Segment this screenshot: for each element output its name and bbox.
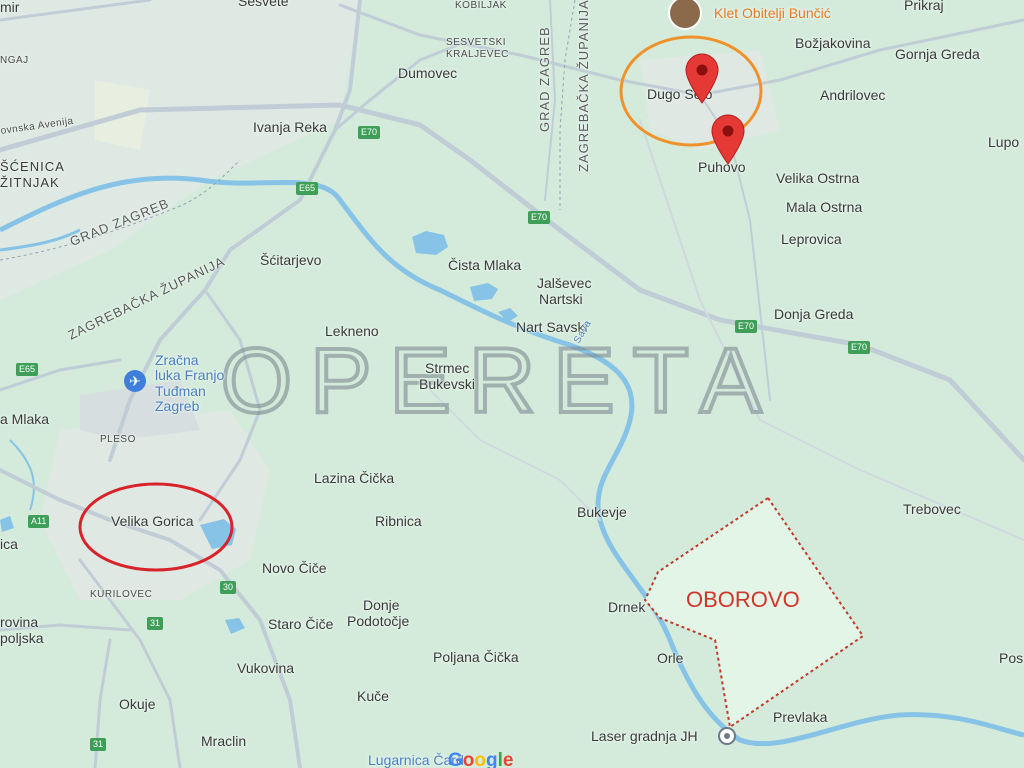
place-label: Prevlaka <box>773 709 828 725</box>
poi-label-klet[interactable]: Klet Obitelji Bunčić <box>714 5 831 21</box>
place-label: Leprovica <box>781 231 842 247</box>
place-label: PLESO <box>100 434 136 445</box>
place-icon[interactable] <box>718 727 736 745</box>
place-label: NGAJ <box>0 55 29 66</box>
place-label: Šćitarjevo <box>260 252 322 268</box>
place-label: Okuje <box>119 696 156 712</box>
place-label: KURILOVEC <box>90 589 153 600</box>
place-label: Vukovina <box>237 660 295 676</box>
place-label: Strmec <box>425 360 470 376</box>
place-label: poljska <box>0 630 44 646</box>
place-label: Velika Ostrna <box>776 170 860 186</box>
highway-shield-e70: E70 <box>528 211 551 224</box>
place-label: Donja Greda <box>774 306 854 322</box>
place-label: KOBILJAK <box>455 0 507 11</box>
place-label: Nartski <box>539 291 583 307</box>
place-label: SESVETSKI <box>446 37 507 48</box>
place-label: Poljana Čička <box>433 649 519 665</box>
place-label: Bukevje <box>577 504 627 520</box>
place-label: Orle <box>657 650 684 666</box>
place-label: Donje <box>363 597 400 613</box>
highway-shield-e65: E65 <box>296 182 319 195</box>
map-pin-icon[interactable] <box>709 114 747 166</box>
place-label: Prikraj <box>904 0 944 13</box>
place-label: a Mlaka <box>0 411 50 427</box>
road-shield-30: 30 <box>220 581 237 594</box>
map-pin-icon[interactable] <box>683 53 721 105</box>
google-logo-letter: G <box>448 750 463 768</box>
place-label: Dumovec <box>398 65 458 81</box>
place-label: Lupo <box>988 134 1020 150</box>
google-logo: Google <box>448 750 513 768</box>
place-label: Drnek <box>608 599 646 615</box>
place-label: mir <box>0 0 20 15</box>
place-label: Podotočje <box>347 613 410 629</box>
place-label: Gornja Greda <box>895 46 980 62</box>
airport-label: luka Franjo <box>155 367 225 383</box>
place-label: Kuče <box>357 688 389 704</box>
google-logo-text: Google <box>448 750 513 768</box>
place-label: Božjakovina <box>795 35 871 51</box>
place-label: KRALJEVEC <box>446 49 509 60</box>
region-label-zagrebacka-vertical: ZAGREBAČKA ŽUPANIJA <box>576 0 591 172</box>
road-shield-31: 31 <box>147 617 164 630</box>
region-label-grad-zagreb-vertical: GRAD ZAGREB <box>537 26 552 132</box>
place-label: Mraclin <box>201 733 247 749</box>
watermark-text: OPERETA <box>221 330 780 432</box>
place-label: rovina <box>0 614 39 630</box>
place-label: ŽITNJAK <box>0 175 60 190</box>
highway-shield-e70: E70 <box>848 341 871 354</box>
highway-shield-a11: A11 <box>28 515 50 528</box>
place-label: Ribnica <box>375 513 422 529</box>
highway-shield-e65: E65 <box>16 363 39 376</box>
place-label: Ivanja Reka <box>253 119 327 135</box>
airport-label: Zagreb <box>155 398 200 414</box>
place-label: Lekneno <box>325 323 379 339</box>
place-label: Čista Mlaka <box>448 257 522 273</box>
place-label-velika-gorica: Velika Gorica <box>111 513 194 529</box>
road-shield-31: 31 <box>90 738 107 751</box>
airplane-icon[interactable]: ✈ <box>124 370 146 392</box>
highway-shield-e70: E70 <box>735 320 758 333</box>
place-label: Jalševec <box>537 275 592 291</box>
place-label: Bukevski <box>419 376 476 392</box>
place-label: Trebovec <box>903 501 961 517</box>
place-label: ica <box>0 536 18 552</box>
map-canvas[interactable]: OPERETA E70 E70 E70 E70 E65 E65 A11 30 3… <box>0 0 1024 768</box>
place-label: Andrilovec <box>820 87 886 103</box>
area-label-oborovo: OBOROVO <box>686 587 800 612</box>
place-label: Staro Čiče <box>268 616 334 632</box>
place-label: Novo Čiče <box>262 560 327 576</box>
place-label: Sesvete <box>238 0 289 9</box>
place-label: Pos <box>999 650 1024 666</box>
place-label: Lazina Čička <box>314 470 395 486</box>
place-label: ŠĆENICA <box>0 159 65 174</box>
place-label: Mala Ostrna <box>786 199 863 215</box>
highway-shield-e70: E70 <box>358 126 381 139</box>
poi-label-laser-gradnja[interactable]: Laser gradnja JH <box>591 728 698 744</box>
